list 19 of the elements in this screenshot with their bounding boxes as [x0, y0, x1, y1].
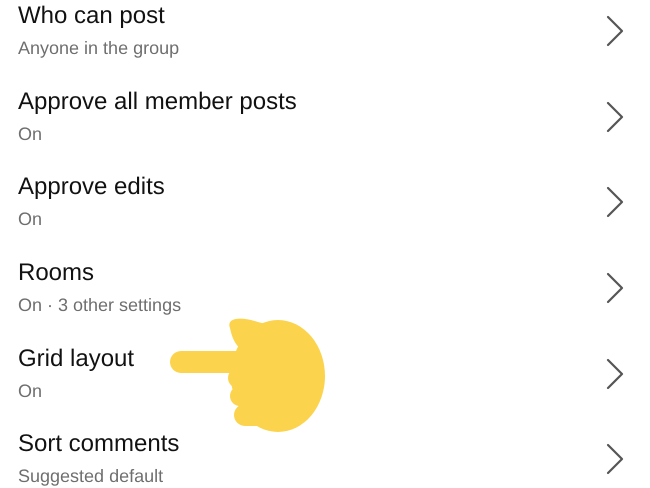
chevron-right-icon[interactable]: [606, 443, 624, 476]
setting-title: Who can post: [18, 1, 166, 31]
setting-title: Rooms: [18, 258, 96, 288]
setting-value: Suggested default: [18, 465, 164, 488]
setting-title: Grid layout: [18, 344, 134, 374]
setting-value: On: [18, 208, 44, 232]
setting-value: On: [18, 122, 44, 146]
setting-value: On: [18, 380, 44, 403]
chevron-right-icon[interactable]: [606, 272, 624, 304]
setting-title: Sort comments: [18, 429, 180, 460]
setting-value: On · 3 other settings: [18, 294, 182, 318]
setting-title: Approve all member posts: [18, 86, 297, 117]
chevron-right-icon[interactable]: [606, 186, 624, 218]
pointing-hand-icon: [168, 318, 328, 434]
setting-value: Anyone in the group: [18, 37, 180, 60]
chevron-right-icon[interactable]: [606, 100, 624, 133]
chevron-right-icon[interactable]: [606, 15, 624, 47]
setting-title: Approve edits: [18, 172, 165, 202]
chevron-right-icon[interactable]: [606, 358, 624, 390]
